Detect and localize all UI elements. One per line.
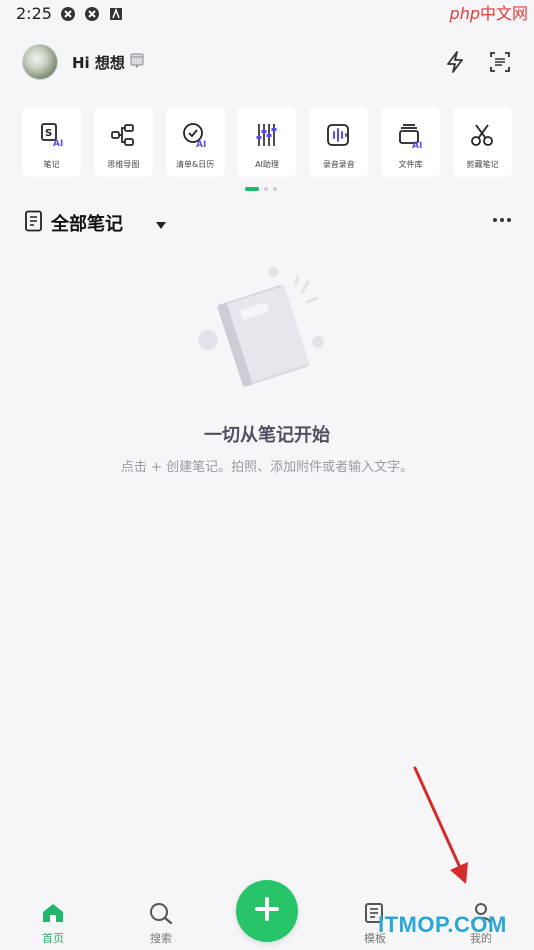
file-library-icon: AI [397, 121, 425, 153]
shortcut-ai-assistant[interactable]: AI助理 [237, 107, 297, 177]
shortcut-label: 清单&日历 [176, 160, 215, 169]
shortcut-clip-note[interactable]: 剪藏笔记 [452, 107, 512, 177]
svg-text:S: S [45, 128, 52, 139]
nav-label: 首页 [42, 932, 64, 945]
pager-dot [264, 187, 268, 191]
pager-dot [273, 187, 277, 191]
membership-badge-icon[interactable] [130, 53, 144, 73]
shortcut-voice-recording[interactable]: 录音录音 [309, 107, 369, 177]
watermark-itmop: ITMOP.COM [378, 912, 507, 937]
scan-icon[interactable] [488, 50, 512, 78]
empty-state-title: 一切从笔记开始 [204, 425, 330, 446]
mind-map-icon [109, 121, 137, 153]
nav-label: 搜索 [150, 932, 172, 945]
chevron-down-icon[interactable] [155, 216, 167, 235]
empty-notebook-illustration [190, 264, 340, 390]
nav-search[interactable]: 搜索 [136, 902, 186, 946]
ai-note-icon: S AI [38, 121, 66, 153]
shortcut-label: 笔记 [43, 160, 60, 169]
svg-text:AI: AI [412, 141, 422, 149]
shortcut-label: 文件库 [398, 160, 423, 169]
search-icon [149, 903, 173, 928]
watermark-cn-text: 中文网 [479, 4, 528, 23]
home-icon [41, 904, 65, 928]
header: Hi 想想 [0, 40, 534, 86]
more-icon[interactable] [492, 212, 512, 232]
shortcut-row: S AI 笔记 思维导图 AI 清单&日历 AI助理 录音录音 AI 文件库 剪… [22, 107, 512, 179]
shortcut-file-library[interactable]: AI 文件库 [381, 107, 441, 177]
section-title[interactable]: 全部笔记 [51, 210, 123, 236]
header-actions [444, 50, 512, 78]
annotation-arrow [413, 766, 468, 884]
checklist-calendar-icon: AI [181, 121, 209, 153]
nav-home[interactable]: 首页 [28, 902, 78, 946]
ai-assistant-icon [253, 121, 281, 153]
status-notification-icons [60, 6, 124, 22]
notebook-icon [24, 210, 44, 236]
notes-section-header: 全部笔记 [22, 208, 512, 236]
watermark-php-text: php [449, 4, 480, 23]
plus-icon [254, 896, 280, 926]
status-bar: 2:25 php中文网 [0, 0, 534, 28]
app-notification-icon [84, 6, 100, 22]
avatar[interactable] [22, 44, 58, 80]
pager-dot-active [245, 187, 259, 191]
shortcut-label: 录音录音 [322, 160, 355, 169]
clip-note-icon [468, 121, 496, 153]
svg-text:AI: AI [53, 139, 63, 149]
svg-text:AI: AI [196, 140, 206, 149]
empty-state-subtitle: 点击 + 创建笔记。拍照、添加附件或者输入文字。 [120, 460, 414, 475]
shortcut-label: 剪藏笔记 [466, 160, 499, 169]
watermark-php: php中文网 [450, 0, 528, 24]
shortcut-checklist-calendar[interactable]: AI 清单&日历 [165, 107, 225, 177]
voice-recording-icon [325, 121, 353, 153]
shortcut-label: AI助理 [255, 160, 279, 169]
shortcut-ai-note[interactable]: S AI 笔记 [22, 107, 81, 177]
shortcut-pager[interactable] [245, 187, 277, 191]
shortcut-mind-map[interactable]: 思维导图 [93, 107, 153, 177]
add-note-button[interactable] [236, 880, 298, 942]
a-app-icon [108, 6, 124, 22]
shortcut-label: 思维导图 [107, 160, 140, 169]
greeting: Hi 想想 [72, 54, 125, 72]
status-time: 2:25 [16, 4, 52, 23]
app-notification-icon [60, 6, 76, 22]
lightning-icon[interactable] [444, 50, 466, 78]
